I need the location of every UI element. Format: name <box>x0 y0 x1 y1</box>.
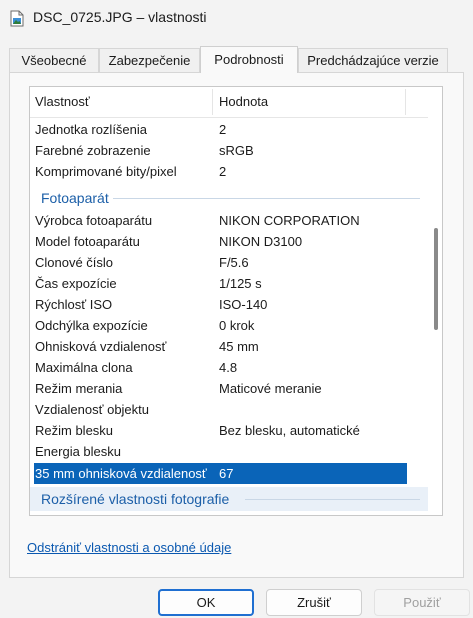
list-row[interactable]: Clonové číslo F/5.6 <box>30 252 428 273</box>
property-value: 2 <box>219 122 227 137</box>
list-row[interactable]: Režim blesku Bez blesku, automatické <box>30 420 428 441</box>
property-name: Čas expozície <box>35 276 117 291</box>
list-row[interactable]: Vzdialenosť objektu <box>30 399 428 420</box>
property-value: NIKON CORPORATION <box>219 213 360 228</box>
property-value: Maticové meranie <box>219 381 322 396</box>
scrollbar-thumb[interactable] <box>434 228 438 330</box>
property-name: Model fotoaparátu <box>35 234 140 249</box>
list-row[interactable]: Režim merania Maticové meranie <box>30 378 428 399</box>
property-value: Bez blesku, automatické <box>219 423 360 438</box>
list-row[interactable]: Jednotka rozlíšenia 2 <box>30 119 428 140</box>
property-name: Jednotka rozlíšenia <box>35 122 148 137</box>
list-row[interactable]: Čas expozície 1/125 s <box>30 273 428 294</box>
group-divider <box>245 499 420 500</box>
tab-previous-versions[interactable]: Predchádzajúce verzie <box>298 48 448 72</box>
window-title: DSC_0725.JPG – vlastnosti <box>33 9 207 25</box>
remove-properties-link[interactable]: Odstrániť vlastnosti a osobné údaje <box>27 540 231 555</box>
property-value: 4.8 <box>219 360 238 375</box>
property-value: sRGB <box>219 143 254 158</box>
tab-bar: Všeobecné Zabezpečenie Podrobnosti Predc… <box>9 46 464 73</box>
property-name: Odchýlka expozície <box>35 318 148 333</box>
property-name: Režim merania <box>35 381 123 396</box>
property-name: Maximálna clona <box>35 360 133 375</box>
property-value: NIKON D3100 <box>219 234 303 249</box>
property-value: 1/125 s <box>219 276 262 291</box>
group-label: Rozšírené vlastnosti fotografie <box>41 487 234 511</box>
property-value: 0 krok <box>219 318 255 333</box>
list-row[interactable]: Výrobca fotoaparátu NIKON CORPORATION <box>30 210 428 231</box>
column-header-property[interactable]: Vlastnosť <box>35 87 90 117</box>
column-divider[interactable] <box>212 89 213 115</box>
property-name: Energia blesku <box>35 444 121 459</box>
property-name: Rýchlosť ISO <box>35 297 113 312</box>
image-file-icon <box>10 10 24 27</box>
title-bar: DSC_0725.JPG – vlastnosti <box>0 0 473 38</box>
column-header-value[interactable]: Hodnota <box>219 87 268 117</box>
group-label: Fotoaparát <box>41 186 113 210</box>
list-row[interactable]: Rýchlosť ISO ISO-140 <box>30 294 428 315</box>
list-row[interactable]: Model fotoaparátu NIKON D3100 <box>30 231 428 252</box>
list-row-selected[interactable]: 35 mm ohnisková vzdialenosť 67 <box>34 463 407 484</box>
property-name: Režim blesku <box>35 423 114 438</box>
property-value: 45 mm <box>219 339 259 354</box>
property-name: Komprimované bity/pixel <box>35 164 177 179</box>
list-header: Vlastnosť Hodnota <box>30 87 428 118</box>
vertical-scrollbar[interactable] <box>429 87 441 515</box>
ok-button[interactable]: OK <box>158 589 254 616</box>
properties-list[interactable]: Vlastnosť Hodnota Jednotka rozlíšenia 2 … <box>29 86 443 516</box>
group-header-advanced-photo[interactable]: Rozšírené vlastnosti fotografie <box>30 487 428 511</box>
list-row[interactable]: Farebné zobrazenie sRGB <box>30 140 428 161</box>
property-value: ISO-140 <box>219 297 268 312</box>
cancel-button[interactable]: Zrušiť <box>266 589 362 616</box>
group-divider <box>110 198 420 199</box>
property-value: F/5.6 <box>219 255 249 270</box>
property-value: 67 <box>219 466 234 481</box>
list-row[interactable]: Maximálna clona 4.8 <box>30 357 428 378</box>
list-row[interactable]: Odchýlka expozície 0 krok <box>30 315 428 336</box>
group-header-camera[interactable]: Fotoaparát <box>30 186 428 210</box>
list-row[interactable]: Ohnisková vzdialenosť 45 mm <box>30 336 428 357</box>
tab-security[interactable]: Zabezpečenie <box>99 48 200 72</box>
apply-button[interactable]: Použiť <box>374 589 470 616</box>
property-name: Farebné zobrazenie <box>35 143 151 158</box>
column-divider[interactable] <box>405 89 406 115</box>
property-name: Clonové číslo <box>35 255 114 270</box>
list-row[interactable]: Komprimované bity/pixel 2 <box>30 161 428 182</box>
tab-general[interactable]: Všeobecné <box>9 48 99 72</box>
tab-details[interactable]: Podrobnosti <box>200 46 298 73</box>
property-name: Vzdialenosť objektu <box>35 402 150 417</box>
property-name: 35 mm ohnisková vzdialenosť <box>35 466 207 481</box>
property-value: 2 <box>219 164 227 179</box>
property-name: Výrobca fotoaparátu <box>35 213 153 228</box>
property-name: Ohnisková vzdialenosť <box>35 339 167 354</box>
list-row[interactable]: Energia blesku <box>30 441 428 462</box>
